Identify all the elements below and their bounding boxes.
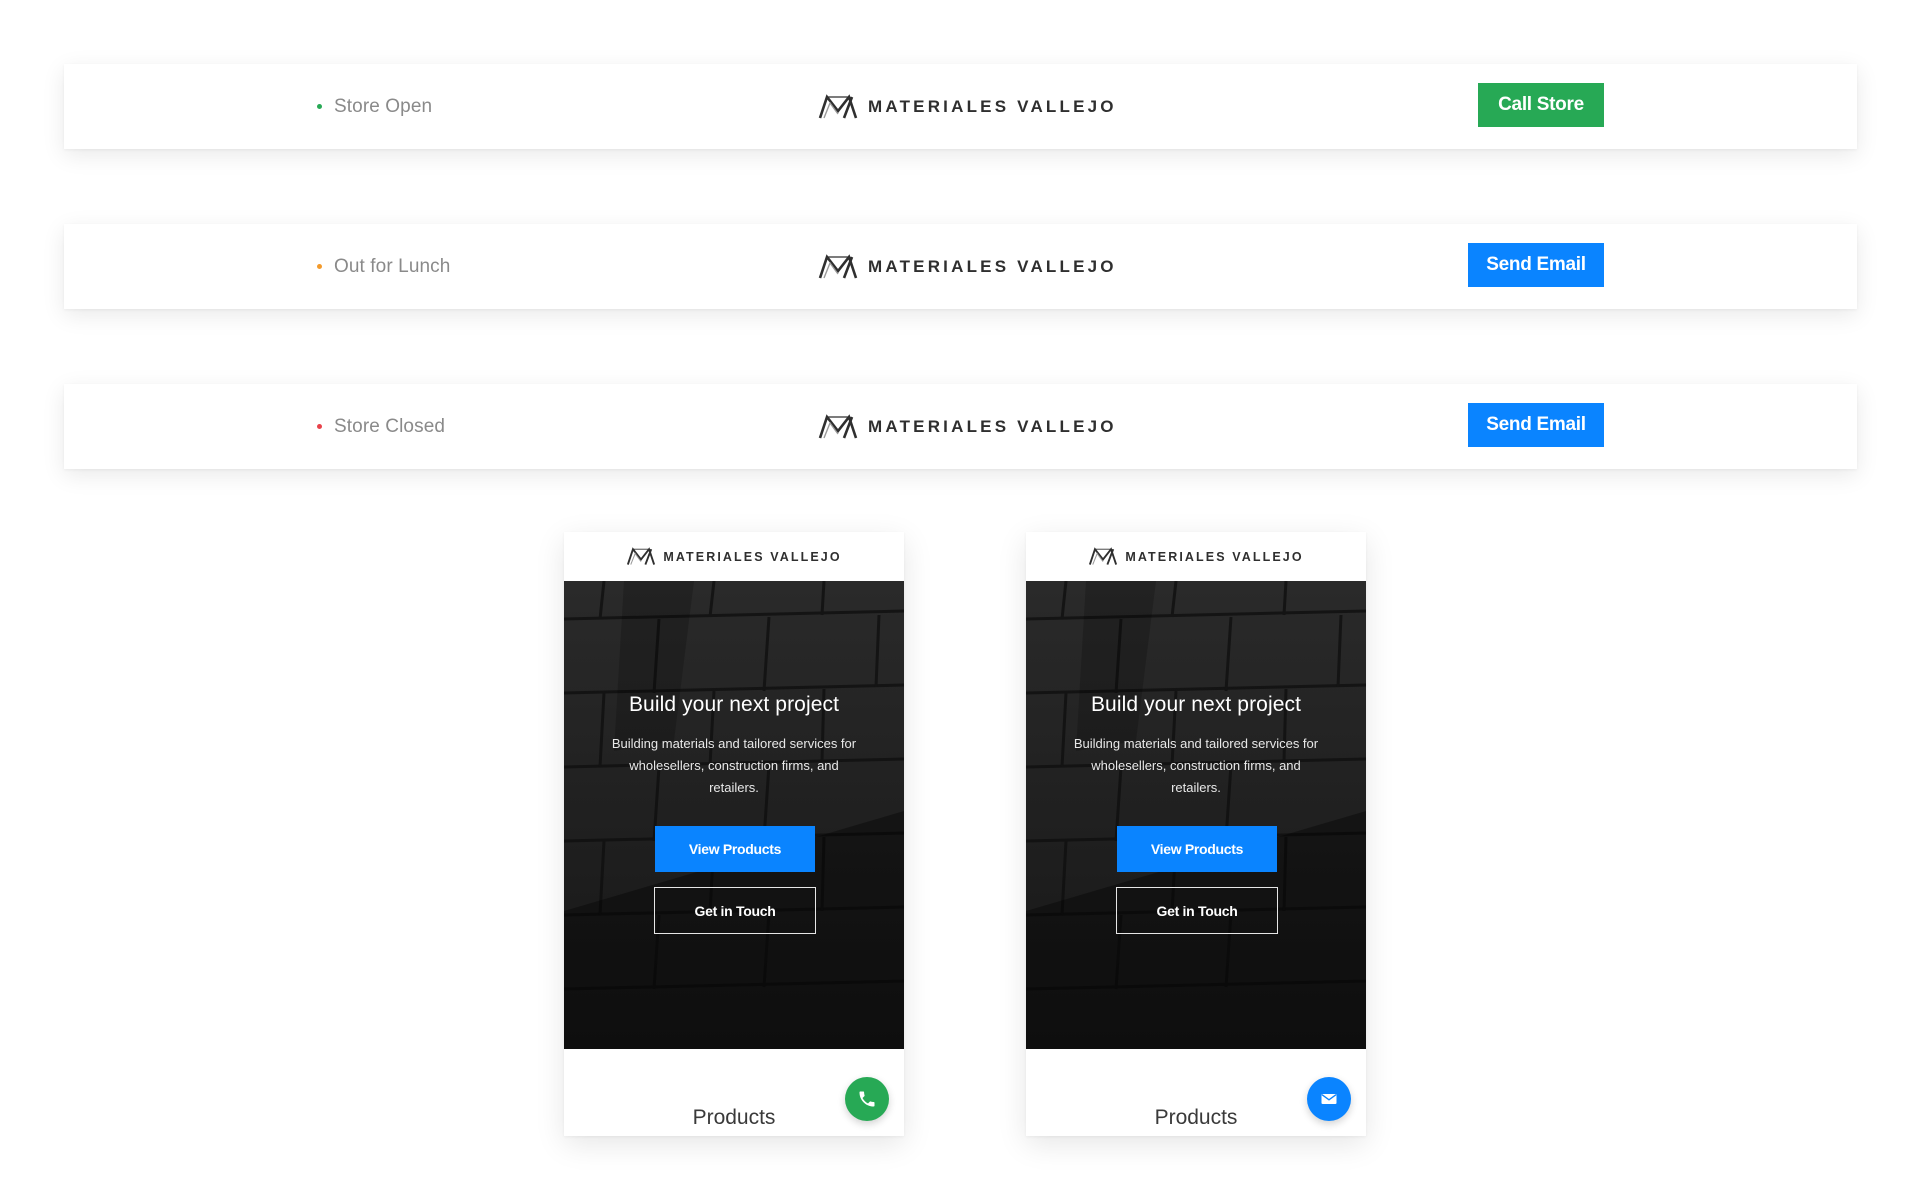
store-status: Out for Lunch — [317, 224, 450, 309]
send-email-button[interactable]: Send Email — [1468, 403, 1604, 447]
mv-logo-icon[interactable] — [1088, 547, 1118, 566]
mobile-preview-email: MATERIALES VALLEJO Build your next proje… — [1026, 532, 1366, 1136]
status-text: Store Open — [334, 95, 433, 117]
call-fab-button[interactable] — [845, 1077, 889, 1121]
mobile-header: MATERIALES VALLEJO — [564, 532, 904, 581]
hero-section: Build your next project Building materia… — [1026, 581, 1366, 1049]
store-status: Store Open — [317, 64, 432, 149]
call-store-button[interactable]: Call Store — [1478, 83, 1604, 127]
status-dot-icon — [317, 264, 322, 269]
brand-logo[interactable]: MATERIALES VALLEJO — [818, 384, 1117, 469]
hero-subtitle: Building materials and tailored services… — [1073, 736, 1319, 795]
showcase-canvas: Store Open MATERIALES VALLEJO Call Store… — [0, 0, 1920, 1200]
brand-logo[interactable]: MATERIALES VALLEJO — [818, 224, 1117, 309]
mv-logo-icon — [818, 253, 858, 278]
mv-logo-icon — [818, 93, 858, 118]
header-bar-store-open: Store Open MATERIALES VALLEJO Call Store — [64, 64, 1857, 149]
mv-logo-icon — [818, 413, 858, 438]
hero-background-image — [564, 581, 904, 1049]
brand-name: MATERIALES VALLEJO — [663, 549, 842, 564]
hero-title: Build your next project — [1090, 693, 1302, 716]
phone-icon — [859, 1091, 875, 1107]
status-text: Store Closed — [334, 415, 446, 437]
mobile-header: MATERIALES VALLEJO — [1026, 532, 1366, 581]
status-dot-icon — [317, 104, 322, 109]
mv-logo-icon[interactable] — [626, 547, 656, 566]
header-bar-store-closed: Store Closed MATERIALES VALLEJO Send Ema… — [64, 384, 1857, 469]
brand-name: MATERIALES VALLEJO — [868, 416, 1117, 436]
status-dot-icon — [317, 424, 322, 429]
hero-background-image — [1026, 581, 1366, 1049]
hero-section: Build your next project Building materia… — [564, 581, 904, 1049]
brand-name: MATERIALES VALLEJO — [1125, 549, 1304, 564]
hero-subtitle: Building materials and tailored services… — [611, 736, 857, 795]
header-bar-out-for-lunch: Out for Lunch MATERIALES VALLEJO Send Em… — [64, 224, 1857, 309]
store-status: Store Closed — [317, 384, 445, 469]
get-in-touch-button[interactable]: Get in Touch — [1116, 887, 1278, 934]
send-email-button[interactable]: Send Email — [1468, 243, 1604, 287]
view-products-button[interactable]: View Products — [1117, 826, 1277, 872]
email-fab-button[interactable] — [1307, 1077, 1351, 1121]
envelope-icon — [1321, 1094, 1337, 1104]
get-in-touch-button[interactable]: Get in Touch — [654, 887, 816, 934]
mobile-preview-call: MATERIALES VALLEJO Build your next proje… — [564, 532, 904, 1136]
view-products-button[interactable]: View Products — [655, 826, 815, 872]
hero-title: Build your next project — [628, 693, 840, 716]
brand-name: MATERIALES VALLEJO — [868, 96, 1117, 116]
brand-name: MATERIALES VALLEJO — [868, 256, 1117, 276]
status-text: Out for Lunch — [334, 255, 451, 277]
brand-logo[interactable]: MATERIALES VALLEJO — [818, 64, 1117, 149]
